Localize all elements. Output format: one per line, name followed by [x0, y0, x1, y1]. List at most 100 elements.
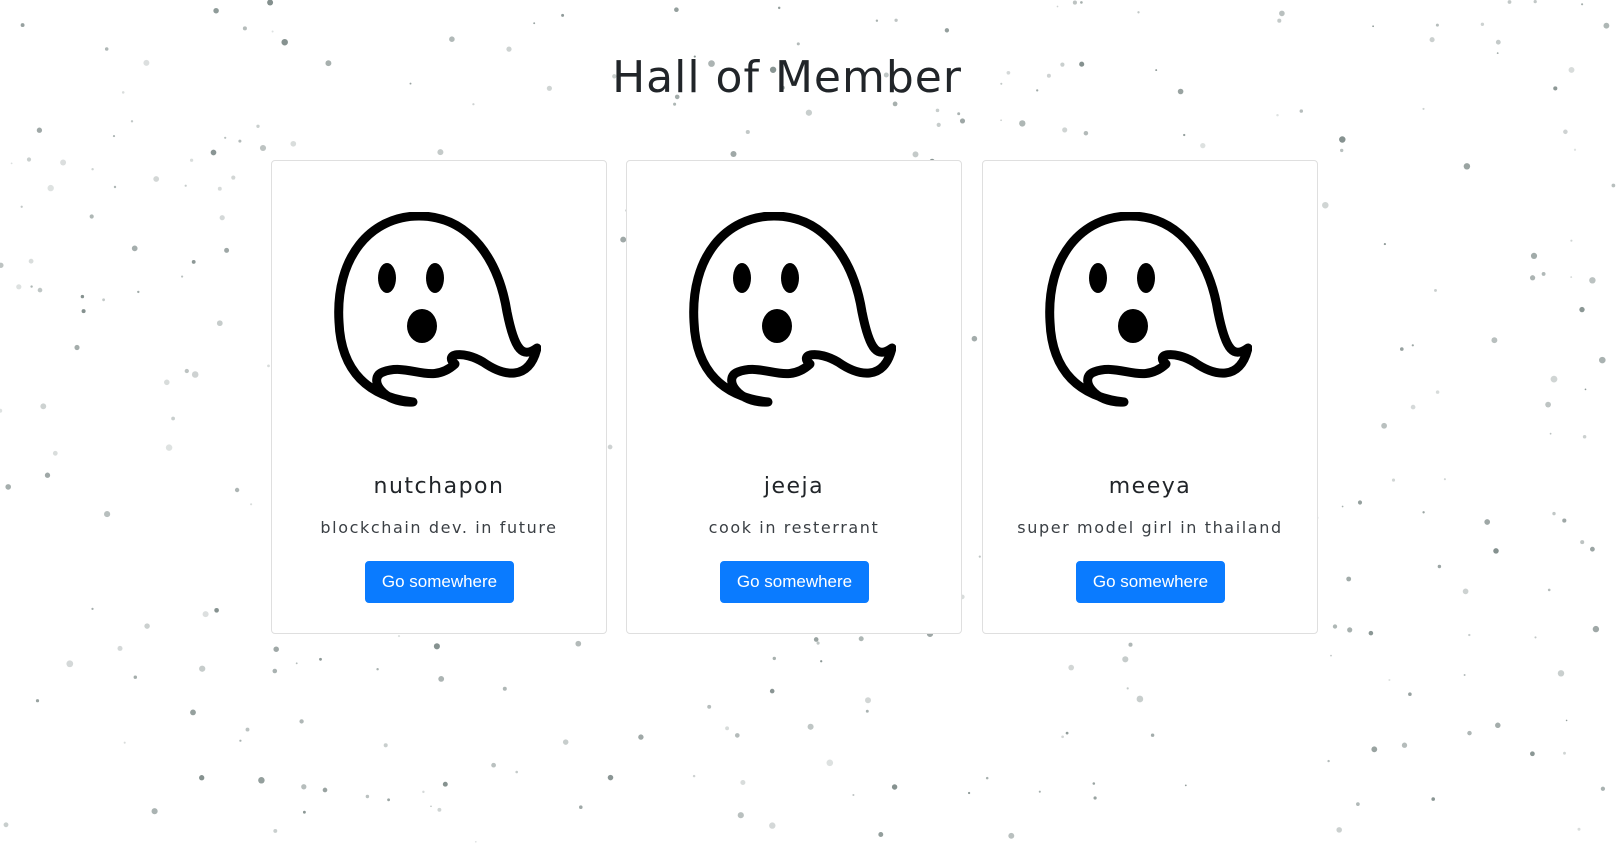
- speckle-dot: [433, 643, 440, 650]
- speckle-dot: [1347, 627, 1353, 633]
- speckle-dot: [259, 144, 267, 152]
- speckle-dot: [1372, 25, 1374, 28]
- speckle-dot: [936, 122, 941, 127]
- speckle-dot: [271, 30, 274, 33]
- speckle-dot: [26, 157, 32, 162]
- speckle-dot: [1437, 564, 1442, 569]
- speckle-dot: [290, 140, 297, 147]
- speckle-dot: [281, 38, 288, 46]
- speckle-dot: [737, 812, 744, 819]
- speckle-dot: [1400, 347, 1404, 351]
- speckle-dot: [3, 822, 9, 828]
- speckle-dot: [1340, 148, 1344, 153]
- speckle-dot: [191, 259, 196, 264]
- speckle-dot: [1534, 636, 1537, 639]
- speckle-dot: [1068, 664, 1075, 671]
- speckle-dot: [184, 368, 189, 374]
- speckle-dot: [219, 215, 225, 221]
- speckle-dot: [47, 184, 54, 192]
- speckle-dot: [1577, 827, 1581, 831]
- speckle-dot: [273, 828, 278, 833]
- speckle-dot: [935, 108, 940, 113]
- speckle-dot: [365, 794, 370, 799]
- speckle-dot: [234, 487, 240, 493]
- speckle-dot: [1083, 130, 1089, 136]
- speckle-dot: [16, 284, 22, 290]
- speckle-dot: [1065, 731, 1069, 735]
- speckle-dot: [502, 686, 507, 691]
- speckle-dot: [858, 636, 864, 642]
- speckle-dot: [1580, 540, 1585, 545]
- speckle-dot: [238, 139, 242, 143]
- speckle-dot: [912, 151, 919, 158]
- speckle-dot: [878, 832, 884, 837]
- speckle-dot: [322, 787, 328, 793]
- speckle-dot: [171, 416, 175, 421]
- member-name: meeya: [1108, 474, 1192, 499]
- speckle-dot: [1507, 0, 1512, 4]
- member-name: nutchapon: [373, 474, 505, 499]
- speckle-dot: [1410, 404, 1416, 410]
- speckle-dot: [239, 739, 242, 742]
- speckle-dot: [1368, 630, 1374, 636]
- speckle-dot: [1549, 432, 1552, 435]
- speckle-dot: [1579, 306, 1585, 313]
- speckle-dot: [267, 364, 270, 368]
- speckle-dot: [957, 112, 961, 116]
- speckle-dot: [1422, 107, 1425, 110]
- speckle-dot: [164, 379, 170, 386]
- speckle-dot: [430, 805, 432, 808]
- speckle-dot: [437, 149, 444, 156]
- speckle-dot: [1611, 183, 1616, 188]
- member-description: cook in resterrant: [708, 518, 880, 537]
- speckle-dot: [383, 743, 388, 748]
- speckle-dot: [153, 176, 160, 182]
- speckle-dot: [397, 635, 401, 638]
- speckle-dot: [673, 102, 677, 106]
- speckle-dot: [707, 704, 712, 709]
- speckle-dot: [533, 22, 536, 25]
- speckle-dot: [1184, 784, 1187, 787]
- ghost-icon: [334, 212, 541, 407]
- speckle-dot: [607, 774, 614, 781]
- speckle-dot: [1072, 0, 1077, 5]
- speckle-dot: [113, 185, 117, 189]
- speckle-dot: [1584, 388, 1587, 391]
- speckle-dot: [1589, 277, 1596, 284]
- speckle-dot: [1592, 625, 1600, 633]
- page-title: Hall of Member: [612, 52, 962, 103]
- speckle-dot: [971, 335, 978, 342]
- speckle-dot: [165, 444, 173, 451]
- speckle-dot: [745, 129, 750, 135]
- speckle-dot: [579, 805, 583, 809]
- ghost-icon: [689, 212, 896, 407]
- speckle-dot: [1411, 344, 1414, 347]
- speckle-dot: [299, 719, 304, 724]
- speckle-dot: [272, 668, 278, 674]
- speckle-dot: [1371, 746, 1378, 753]
- go-somewhere-button[interactable]: Go somewhere: [720, 561, 869, 603]
- speckle-dot: [89, 214, 94, 219]
- speckle-dot: [1443, 478, 1446, 481]
- speckle-dot: [144, 623, 150, 629]
- speckle-dot: [81, 309, 86, 314]
- speckle-dot: [438, 675, 445, 682]
- speckle-dot: [796, 42, 800, 46]
- speckle-dot: [769, 822, 776, 829]
- speckle-dot: [1401, 742, 1408, 748]
- member-card-meeya: meeya super model girl in thailand Go so…: [982, 160, 1318, 634]
- speckle-dot: [1391, 478, 1396, 482]
- speckle-dot: [1330, 654, 1332, 657]
- speckle-dot: [562, 739, 569, 745]
- go-somewhere-button[interactable]: Go somewhere: [1076, 561, 1225, 603]
- speckle-dot: [1529, 275, 1536, 281]
- speckle-dot: [967, 791, 971, 795]
- speckle-dot: [1495, 722, 1501, 729]
- speckle-dot: [506, 46, 512, 52]
- go-somewhere-button[interactable]: Go somewhere: [365, 561, 514, 603]
- speckle-dot: [37, 287, 43, 293]
- speckle-dot: [740, 779, 746, 786]
- speckle-dot: [437, 807, 442, 812]
- speckle-dot: [1038, 790, 1041, 793]
- speckle-dot: [256, 124, 260, 128]
